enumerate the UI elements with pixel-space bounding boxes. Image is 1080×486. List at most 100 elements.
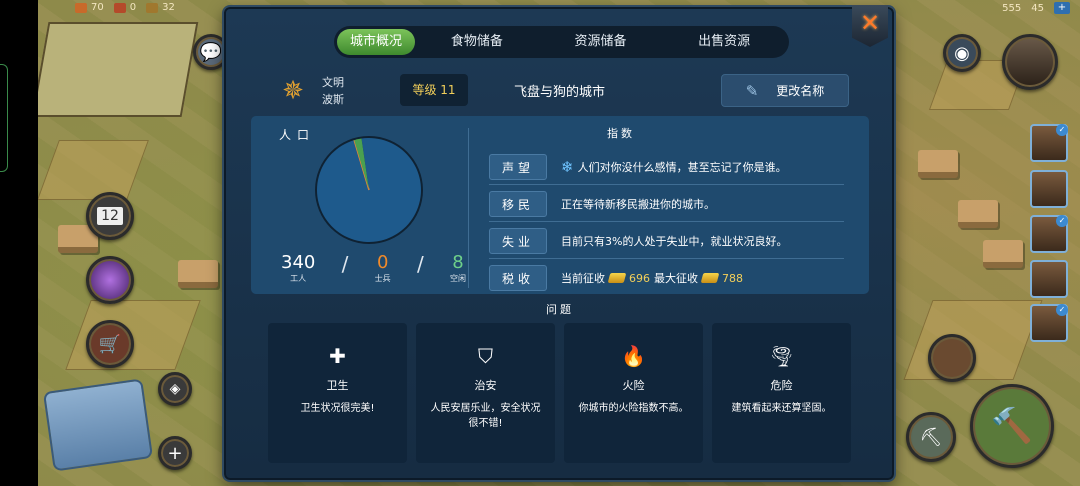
resource-gem: 45 [1031, 2, 1044, 14]
issue-title: 危险 [770, 379, 793, 392]
tab-resource-storage[interactable]: 资源储备 [539, 29, 663, 55]
check-icon: ✓ [1056, 215, 1068, 227]
tab-bar: 城市概况 食物储备 资源储备 出售资源 [334, 26, 789, 58]
gold-icon [700, 273, 720, 283]
building [983, 240, 1023, 268]
issue-description: 建筑看起来还算坚固。 [731, 403, 832, 414]
tab-city-overview[interactable]: 城市概况 [337, 29, 415, 55]
gold-icon [607, 273, 627, 283]
issue-title: 治安 [474, 379, 497, 392]
issue-card-sanitation[interactable]: ✚ 卫生 卫生状况很完美! [268, 323, 407, 463]
hero-portrait[interactable]: ✓ [1030, 124, 1068, 162]
rename-button[interactable]: ✎ 更改名称 [721, 74, 849, 107]
resource-wood: 70 [75, 2, 104, 13]
calendar-icon: 12 [97, 207, 123, 225]
population-title: 人口 [279, 128, 316, 142]
hero-portrait[interactable]: ✓ [1030, 304, 1068, 342]
plus-icon: ✚ [329, 344, 346, 368]
resource-bar-left: 70 0 32 [75, 2, 175, 13]
tab-food-storage[interactable]: 食物储备 [415, 29, 539, 55]
index-row-unemployment: 失业 目前只有3%的人处于失业中，就业状况良好。 [489, 223, 844, 259]
civilization-emblem-icon: ✵ [282, 76, 304, 106]
index-row-reputation: 声望 ❄ 人们对你没什么感情，甚至忘记了你是谁。 [489, 149, 844, 185]
farm-field [37, 140, 149, 200]
edge-notch [0, 64, 8, 172]
globe-button[interactable]: ◉ [943, 34, 981, 72]
check-icon: ✓ [1056, 124, 1068, 136]
resource-brick: 0 [113, 2, 136, 13]
close-button[interactable]: ✕ [852, 5, 888, 47]
advisor-avatar[interactable] [1002, 34, 1058, 90]
hero-portrait[interactable]: ✓ [1030, 215, 1068, 253]
buy-gems-button[interactable]: + [1054, 2, 1070, 14]
civ-label: 文明 [322, 76, 344, 89]
population-pie-chart [315, 136, 423, 244]
civ-name: 波斯 [322, 93, 344, 106]
wood-icon [75, 2, 87, 13]
dig-button[interactable]: ⛏ [906, 412, 956, 462]
globe-icon: ◉ [954, 42, 970, 64]
add-button[interactable]: + [158, 436, 192, 470]
index-row-tax: 税收 当前征收 696 最大征收 788 [489, 260, 844, 296]
issues-title: 问题 [546, 303, 574, 316]
index-title: 指数 [607, 127, 635, 140]
reputation-text: 人们对你没什么感情，甚至忘记了你是谁。 [577, 160, 787, 174]
immigration-text: 正在等待新移民搬进你的城市。 [561, 197, 715, 211]
workers-count: 340 工人 [281, 252, 316, 284]
hero-portrait[interactable] [1030, 170, 1068, 208]
snowflake-icon: ❄ [561, 157, 574, 176]
reputation-label[interactable]: 声望 [489, 153, 547, 180]
shovel-icon: ⛏ [919, 426, 943, 448]
issue-card-security[interactable]: ⛉ 治安 人民安居乐业，安全状况很不错! [416, 323, 555, 463]
calendar-button[interactable]: 12 [86, 192, 134, 240]
check-icon: ✓ [1056, 304, 1068, 316]
hero-portrait[interactable] [1030, 260, 1068, 298]
tab-sell-resources[interactable]: 出售资源 [662, 29, 786, 55]
city-level-badge: 等级 11 [400, 74, 468, 106]
pencil-icon: ✎ [745, 81, 759, 100]
brick-icon [113, 2, 126, 13]
city-info-box: 人口 340 工人 / 0 士兵 / 8 空闲 指数 声望 ❄ 人们对你没什么感情… [251, 116, 869, 294]
layers-icon: ◈ [169, 381, 181, 397]
immigration-label[interactable]: 移民 [489, 190, 547, 217]
building [918, 150, 958, 178]
speech-bubble-icon: 💬 [199, 41, 223, 63]
index-row-immigration: 移民 正在等待新移民搬进你的城市。 [489, 186, 844, 222]
building [178, 260, 218, 288]
issue-title: 卫生 [326, 379, 349, 392]
layers-button[interactable]: ◈ [158, 372, 192, 406]
plus-icon: + [167, 442, 183, 464]
city-name: 飞盘与狗的城市 [514, 85, 606, 100]
population-counts: 340 工人 / 0 士兵 / 8 空闲 [281, 252, 466, 284]
issue-card-fire[interactable]: 🔥 火险 你城市的火险指数不高。 [564, 323, 703, 463]
max-tax-value: 788 [722, 271, 743, 285]
screen-edge [0, 0, 38, 486]
shield-icon: ⛉ [478, 344, 493, 368]
resource-pot-button[interactable] [928, 334, 976, 382]
max-tax-label: 最大征收 [654, 272, 698, 285]
issue-card-danger[interactable]: 🌪 危险 建筑看起来还算坚固。 [712, 323, 851, 463]
rename-label: 更改名称 [776, 84, 825, 98]
tax-label[interactable]: 税收 [489, 265, 547, 291]
separator: / [341, 252, 349, 276]
blueprint-button[interactable] [42, 378, 154, 472]
unemployment-label[interactable]: 失业 [489, 227, 547, 254]
issue-description: 你城市的火险指数不高。 [578, 403, 689, 414]
building [958, 200, 998, 228]
civilization-info: ✵ 文明 波斯 [278, 74, 344, 108]
build-button[interactable]: 🔨 [970, 384, 1054, 468]
unemployment-text: 目前只有3%的人处于失业中，就业状况良好。 [561, 234, 788, 248]
market-button[interactable]: 🛒 [86, 320, 134, 368]
issue-description: 人民安居乐业，安全状况很不错! [430, 403, 541, 429]
divider [468, 128, 469, 288]
minimap[interactable] [31, 22, 199, 117]
fire-icon: 🔥 [621, 344, 646, 368]
current-tax-label: 当前征收 [561, 272, 605, 285]
plank-icon [146, 2, 159, 13]
issue-title: 火险 [622, 379, 645, 392]
magic-orb-button[interactable] [86, 256, 134, 304]
hammer-icon: 🔨 [990, 406, 1034, 446]
farm-field [65, 300, 201, 370]
separator: / [416, 252, 424, 276]
cart-icon: 🛒 [98, 333, 122, 355]
